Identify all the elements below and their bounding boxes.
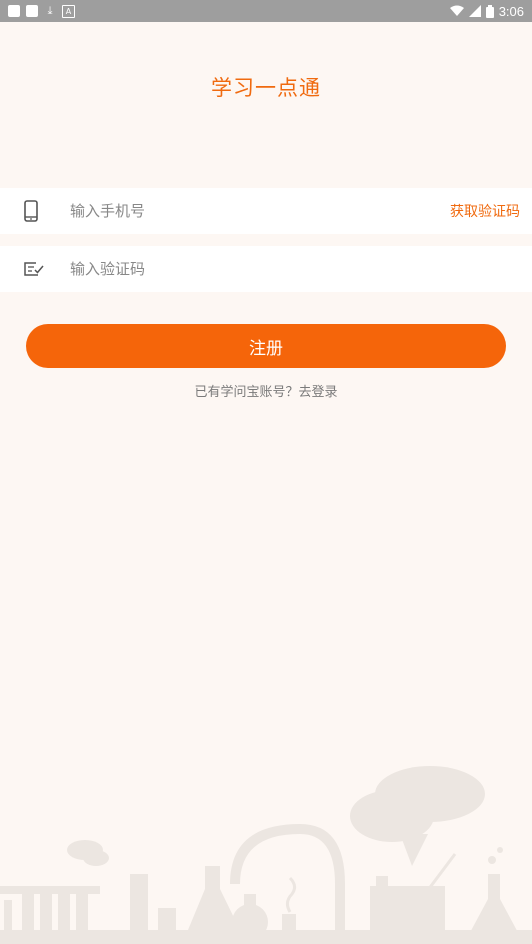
battery-icon — [485, 4, 494, 18]
code-row — [0, 246, 532, 292]
register-button[interactable]: 注册 — [26, 324, 506, 368]
status-time: 3:06 — [498, 3, 524, 19]
phone-input[interactable] — [70, 196, 450, 226]
phone-row: 获取验证码 — [0, 188, 532, 234]
phone-icon — [0, 200, 70, 222]
notification-app-icon — [8, 5, 20, 17]
notification-icons: ⤓ A — [8, 4, 75, 18]
download-icon: ⤓ — [47, 4, 53, 17]
signal-icon — [468, 5, 481, 17]
a-notification-icon: A — [62, 4, 75, 18]
app-title: 学习一点通 — [211, 76, 321, 100]
code-input[interactable] — [70, 254, 532, 284]
system-icons: 3:06 — [449, 3, 524, 19]
wifi-icon — [449, 5, 464, 16]
notification-app-icon — [26, 5, 38, 17]
login-link[interactable]: 已有学问宝账号？去登录 — [0, 381, 532, 400]
verify-code-icon — [0, 261, 70, 277]
get-code-button[interactable]: 获取验证码 — [450, 201, 520, 221]
status-bar: ⤓ A 3:06 — [0, 0, 532, 22]
lab-background-illustration — [0, 766, 532, 944]
